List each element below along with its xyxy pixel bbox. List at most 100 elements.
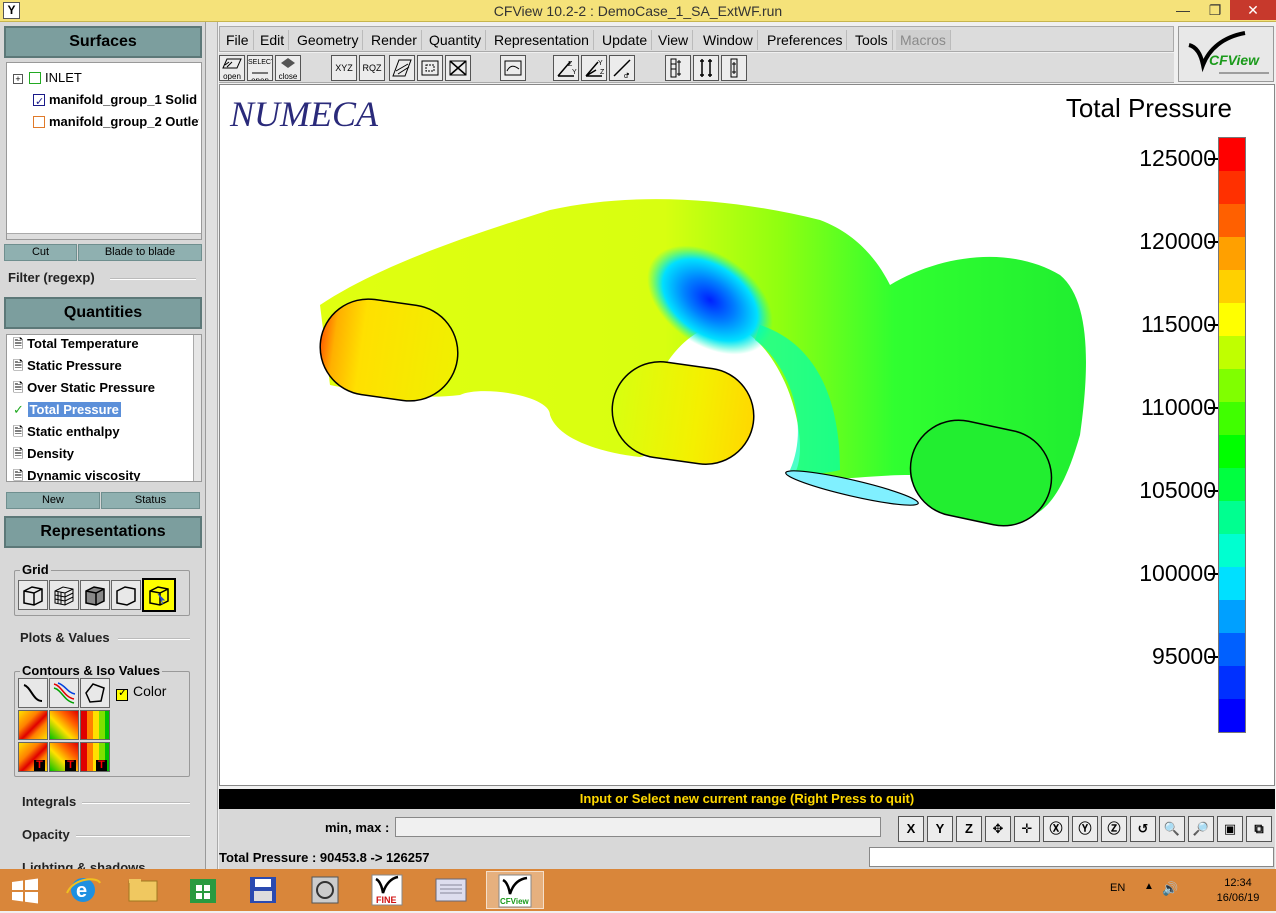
list-item[interactable]: 🗎 Dynamic viscosity xyxy=(13,465,141,481)
new-button[interactable]: New xyxy=(6,492,100,509)
manifold-render[interactable] xyxy=(220,85,1275,786)
checkbox[interactable]: ✓ xyxy=(33,93,45,108)
cell-contour-icon[interactable] xyxy=(80,710,110,740)
graphics-viewport[interactable]: NUMECA Total Pressure 125000 120000 1150… xyxy=(219,84,1275,786)
surface-contour-icon[interactable] xyxy=(80,678,110,708)
checkbox[interactable] xyxy=(29,71,41,84)
menu-view[interactable]: View xyxy=(654,30,694,50)
save-disk-icon[interactable] xyxy=(234,871,292,909)
wireframe-cube-icon[interactable] xyxy=(18,580,48,610)
color-checkbox[interactable]: ✓ xyxy=(116,687,128,701)
volume-icon[interactable]: 🔊 xyxy=(1162,881,1178,897)
color-legend[interactable] xyxy=(1218,137,1246,733)
minimize-button[interactable]: — xyxy=(1166,0,1200,20)
menu-quantity[interactable]: Quantity xyxy=(425,30,487,50)
rotate-y-icon[interactable]: Ⓨ xyxy=(1072,816,1098,842)
list-item[interactable]: manifold_group_2 Outlet xyxy=(33,111,199,133)
opacity-label[interactable]: Opacity xyxy=(22,827,70,842)
axis-distance-icon[interactable]: d xyxy=(609,55,635,81)
menu-tools[interactable]: Tools xyxy=(851,30,893,50)
blade-to-blade-button[interactable]: Blade to blade xyxy=(78,244,202,261)
smooth-contour-threshold-icon[interactable]: T xyxy=(18,742,48,772)
zoom-region-icon[interactable]: 🔎 xyxy=(1188,816,1214,842)
command-input[interactable] xyxy=(869,847,1274,867)
solid-cube-icon[interactable] xyxy=(80,580,110,610)
reset-view-icon[interactable]: ⧉ xyxy=(1246,816,1272,842)
list-item[interactable]: 🗎 Total Temperature xyxy=(13,335,139,355)
menu-render[interactable]: Render xyxy=(367,30,422,50)
filter-label[interactable]: Filter (regexp) xyxy=(8,270,95,285)
smooth-contour-icon[interactable] xyxy=(18,710,48,740)
start-button[interactable] xyxy=(0,871,50,909)
fit-view-icon[interactable]: ▣ xyxy=(1217,816,1243,842)
view-z-button[interactable]: Z xyxy=(956,816,982,842)
selected-cube-icon[interactable] xyxy=(142,578,176,612)
axis-xy-icon[interactable]: ZY xyxy=(553,55,579,81)
isoline-icon[interactable] xyxy=(18,678,48,708)
mesh-cube-icon[interactable] xyxy=(49,580,79,610)
colorbar-range-icon[interactable] xyxy=(665,55,691,81)
status-button[interactable]: Status xyxy=(101,492,200,509)
terminal-icon[interactable] xyxy=(422,871,480,909)
file-explorer-icon[interactable] xyxy=(114,871,172,909)
vertical-range-icon[interactable] xyxy=(693,55,719,81)
integrals-label[interactable]: Integrals xyxy=(22,794,76,809)
horizontal-scrollbar[interactable] xyxy=(7,233,201,239)
cartesian-plot-icon[interactable] xyxy=(500,55,526,81)
outline-cube-icon[interactable] xyxy=(111,580,141,610)
surfaces-header[interactable]: Surfaces xyxy=(4,26,202,58)
list-item[interactable]: 🗎 Density xyxy=(13,443,74,465)
translate-icon[interactable]: ✥ xyxy=(985,816,1011,842)
quantities-header[interactable]: Quantities xyxy=(4,297,202,329)
surfaces-list[interactable]: + INLET ✓ manifold_group_1 Solid manifold_… xyxy=(6,62,202,240)
language-indicator[interactable]: EN xyxy=(1110,882,1125,894)
frame-select-icon[interactable] xyxy=(417,55,443,81)
panel-splitter[interactable] xyxy=(206,22,218,869)
rotate-free-icon[interactable]: ↺ xyxy=(1130,816,1156,842)
close-button[interactable]: ✕ xyxy=(1230,0,1276,20)
store-icon[interactable] xyxy=(174,871,232,909)
representations-header[interactable]: Representations xyxy=(4,516,202,548)
menu-edit[interactable]: Edit xyxy=(256,30,290,50)
colored-isolines-icon[interactable] xyxy=(49,678,79,708)
cut-button[interactable]: Cut xyxy=(4,244,77,261)
open-button[interactable]: open xyxy=(219,55,245,81)
zoom-in-icon[interactable]: 🔍 xyxy=(1159,816,1185,842)
rotate-z-icon[interactable]: Ⓩ xyxy=(1101,816,1127,842)
menu-update[interactable]: Update xyxy=(598,30,653,50)
plots-values-label[interactable]: Plots & Values xyxy=(20,630,110,645)
vertical-scrollbar[interactable] xyxy=(193,335,201,481)
select-open-button[interactable]: SELECT open xyxy=(247,55,273,81)
list-item-selected[interactable]: ✓ Total Pressure xyxy=(13,399,121,421)
system-tool-icon[interactable] xyxy=(296,871,354,909)
minmax-input[interactable] xyxy=(395,817,881,837)
list-item[interactable]: ✓ manifold_group_1 Solid xyxy=(33,89,199,111)
banded-contour-threshold-icon[interactable]: T xyxy=(49,742,79,772)
xyz-button[interactable]: XYZ xyxy=(331,55,357,81)
list-item[interactable]: 🗎 Static enthalpy xyxy=(13,421,120,443)
clock-date[interactable]: 16/06/19 xyxy=(1210,892,1266,904)
menu-file[interactable]: File xyxy=(222,30,254,50)
maximize-button[interactable]: ❐ xyxy=(1198,0,1232,20)
menu-window[interactable]: Window xyxy=(699,30,758,50)
fine-app-icon[interactable]: FINE xyxy=(358,871,416,909)
menu-representation[interactable]: Representation xyxy=(490,30,594,50)
delete-surface-icon[interactable] xyxy=(445,55,471,81)
lighting-label[interactable]: Lighting & shadows xyxy=(22,860,146,869)
close-file-button[interactable]: close xyxy=(275,55,301,81)
rotate-x-icon[interactable]: Ⓧ xyxy=(1043,816,1069,842)
view-y-button[interactable]: Y xyxy=(927,816,953,842)
banded-contour-icon[interactable] xyxy=(49,710,79,740)
range-select-icon[interactable] xyxy=(721,55,747,81)
clock-time[interactable]: 12:34 xyxy=(1210,877,1266,889)
menu-preferences[interactable]: Preferences xyxy=(763,30,848,50)
cfview-app-icon[interactable]: CFView xyxy=(486,871,544,909)
quantities-list[interactable]: 🗎 Total Temperature 🗎 Static Pressure 🗎 … xyxy=(6,334,202,482)
list-item[interactable]: 🗎 Over Static Pressure xyxy=(13,377,155,399)
axis-xyz-icon[interactable]: YZ xyxy=(581,55,607,81)
list-item[interactable]: + INLET xyxy=(13,67,82,89)
move-icon[interactable]: ✛ xyxy=(1014,816,1040,842)
rqz-button[interactable]: RQZ xyxy=(359,55,385,81)
surface-select-icon[interactable] xyxy=(389,55,415,81)
checkbox[interactable] xyxy=(33,115,45,128)
